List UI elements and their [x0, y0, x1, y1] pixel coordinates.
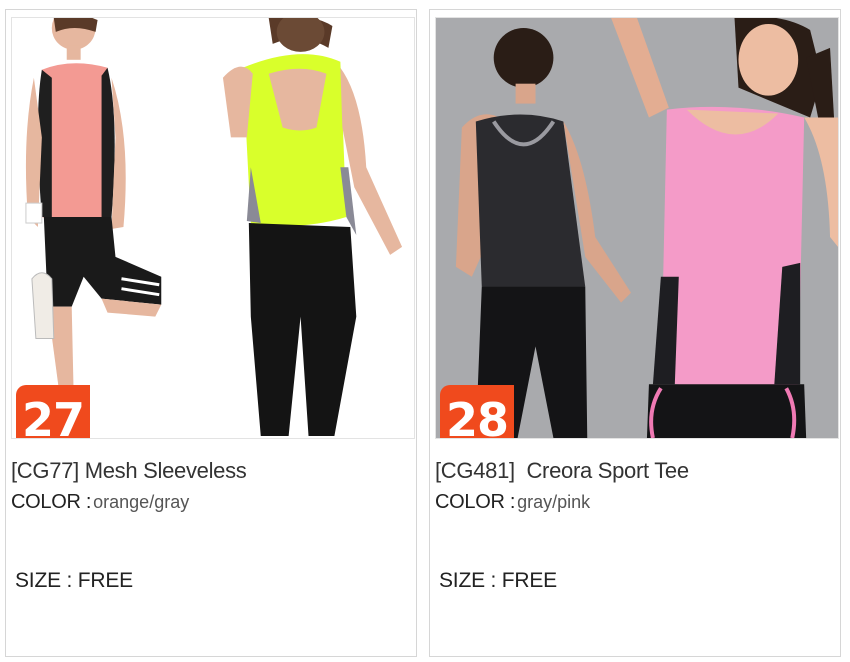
color-value: gray/pink: [517, 492, 591, 512]
product-color: COLOR : orange/gray: [11, 491, 189, 514]
product-title[interactable]: [CG481] Creora Sport Tee: [435, 458, 689, 484]
product-image-creora-sport-tee: [436, 18, 838, 438]
color-label: COLOR :: [11, 491, 92, 513]
product-photo[interactable]: 28: [435, 17, 839, 439]
product-size: SIZE : FREE: [439, 569, 557, 592]
product-number-badge: 27: [16, 385, 90, 438]
product-card-27[interactable]: 27 [CG77] Mesh Sleeveless COLOR : orange/…: [5, 9, 417, 657]
product-color: COLOR : gray/pink: [435, 491, 590, 514]
product-image-mesh-sleeveless: [12, 18, 414, 438]
product-photo[interactable]: 27: [11, 17, 415, 439]
product-title[interactable]: [CG77] Mesh Sleeveless: [11, 458, 247, 484]
product-size: SIZE : FREE: [15, 569, 133, 592]
product-card-28[interactable]: 28 [CG481] Creora Sport Tee COLOR : gray/…: [429, 9, 841, 657]
product-number-badge: 28: [440, 385, 514, 438]
color-label: COLOR :: [435, 491, 516, 513]
color-value: orange/gray: [93, 492, 190, 512]
